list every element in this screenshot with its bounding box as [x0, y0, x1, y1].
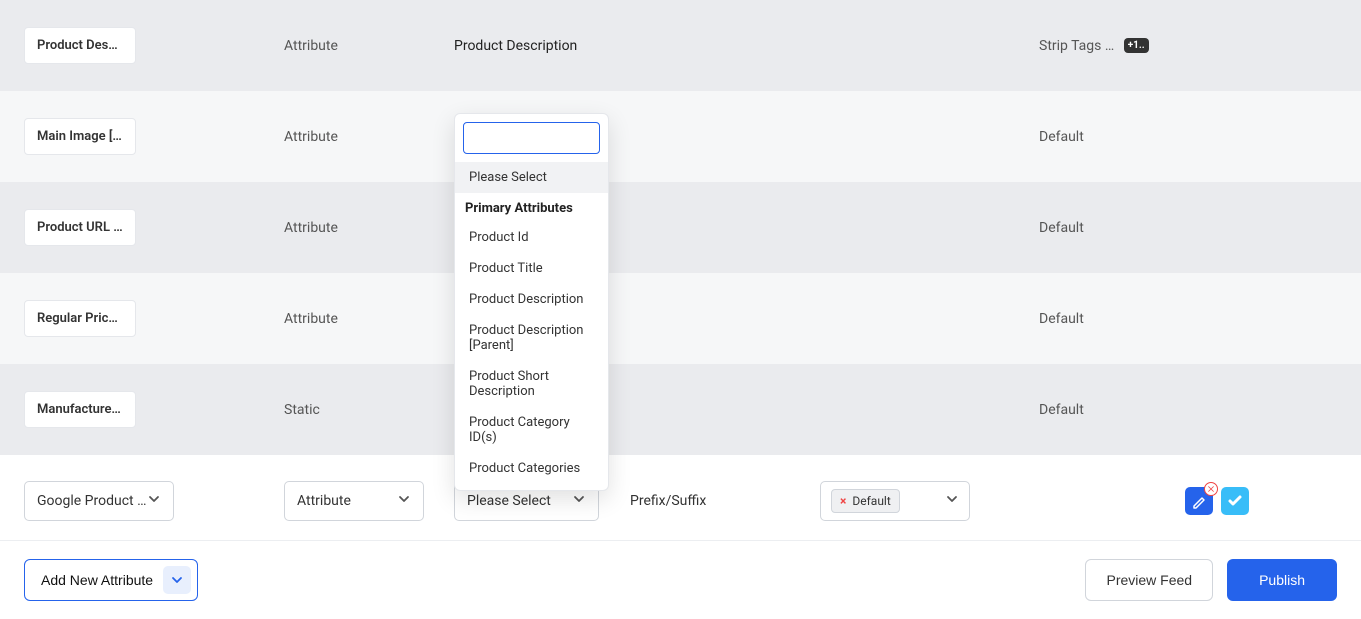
select-value: Google Product … [37, 493, 146, 509]
edit-active-button[interactable] [1185, 487, 1213, 515]
footer-bar: Add New Attribute Preview Feed Publish [0, 540, 1361, 619]
dropdown-item[interactable]: Product Short Description [455, 361, 608, 407]
dropdown-list[interactable]: Please Select Primary Attributes Product… [455, 162, 608, 482]
dropdown-item[interactable]: Product Id [455, 222, 608, 253]
chip-remove-icon[interactable]: × [840, 494, 846, 508]
dropdown-item[interactable]: Product Categories [455, 453, 608, 482]
chevron-down-icon [945, 492, 959, 510]
cancel-edit-icon[interactable] [1204, 482, 1218, 496]
extra-badge: +1.. [1124, 38, 1149, 53]
dropdown-item[interactable]: Product Description [455, 284, 608, 315]
chevron-down-icon [572, 492, 586, 510]
table-row: Product Desc… Attribute Product Descript… [0, 0, 1361, 91]
type-label: Attribute [284, 38, 454, 54]
select-value: Attribute [297, 493, 351, 509]
attr-name-chip: Product Desc… [24, 27, 136, 64]
dropdown-item-placeholder[interactable]: Please Select [455, 162, 608, 193]
preview-feed-button[interactable]: Preview Feed [1085, 559, 1213, 601]
table-row: Main Image [… Attribute Default [0, 91, 1361, 182]
confirm-button[interactable] [1221, 487, 1249, 515]
table-row: Manufacture… Static Default [0, 364, 1361, 455]
table-row: Regular Price… Attribute Default [0, 273, 1361, 364]
output-chip[interactable]: × Default [831, 489, 900, 513]
dropdown-group-label: Primary Attributes [455, 193, 608, 222]
add-attribute-label: Add New Attribute [41, 572, 153, 588]
dropdown-search-input[interactable] [463, 122, 600, 154]
output-label: Default [1039, 402, 1254, 418]
output-label: Default [1039, 311, 1254, 327]
select-value: Please Select [467, 493, 551, 509]
chevron-down-icon [397, 492, 411, 510]
output-label: Default [1039, 129, 1254, 145]
dropdown-item[interactable]: Product Category ID(s) [455, 407, 608, 453]
attr-name-chip: Regular Price… [24, 300, 136, 337]
type-label: Attribute [284, 129, 454, 145]
dropdown-item[interactable]: Product Description [Parent] [455, 315, 608, 361]
attribute-name-select[interactable]: Google Product … [24, 481, 174, 521]
output-type-select[interactable]: × Default [820, 481, 970, 521]
edit-row: Google Product … Attribute Please Select… [0, 455, 1361, 546]
type-label: Attribute [284, 220, 454, 236]
attr-name-chip: Manufacture… [24, 391, 136, 428]
chevron-down-icon [163, 566, 191, 594]
value-label: Product Description [454, 38, 824, 54]
dropdown-item[interactable]: Product Title [455, 253, 608, 284]
output-label: Strip Tags … [1039, 38, 1114, 54]
attr-name-chip: Product URL … [24, 209, 136, 246]
chevron-down-icon [147, 492, 161, 510]
type-label: Static [284, 402, 454, 418]
value-dropdown: Please Select Primary Attributes Product… [454, 113, 609, 491]
prefix-suffix-label: Prefix/Suffix [630, 493, 820, 509]
chip-label: Default [852, 494, 890, 508]
output-label: Default [1039, 220, 1254, 236]
attr-name-chip: Main Image [… [24, 118, 136, 155]
type-label: Attribute [284, 311, 454, 327]
publish-button[interactable]: Publish [1227, 559, 1337, 601]
table-row: Product URL … Attribute Default [0, 182, 1361, 273]
attribute-type-select[interactable]: Attribute [284, 481, 424, 521]
add-attribute-button[interactable]: Add New Attribute [24, 559, 198, 601]
